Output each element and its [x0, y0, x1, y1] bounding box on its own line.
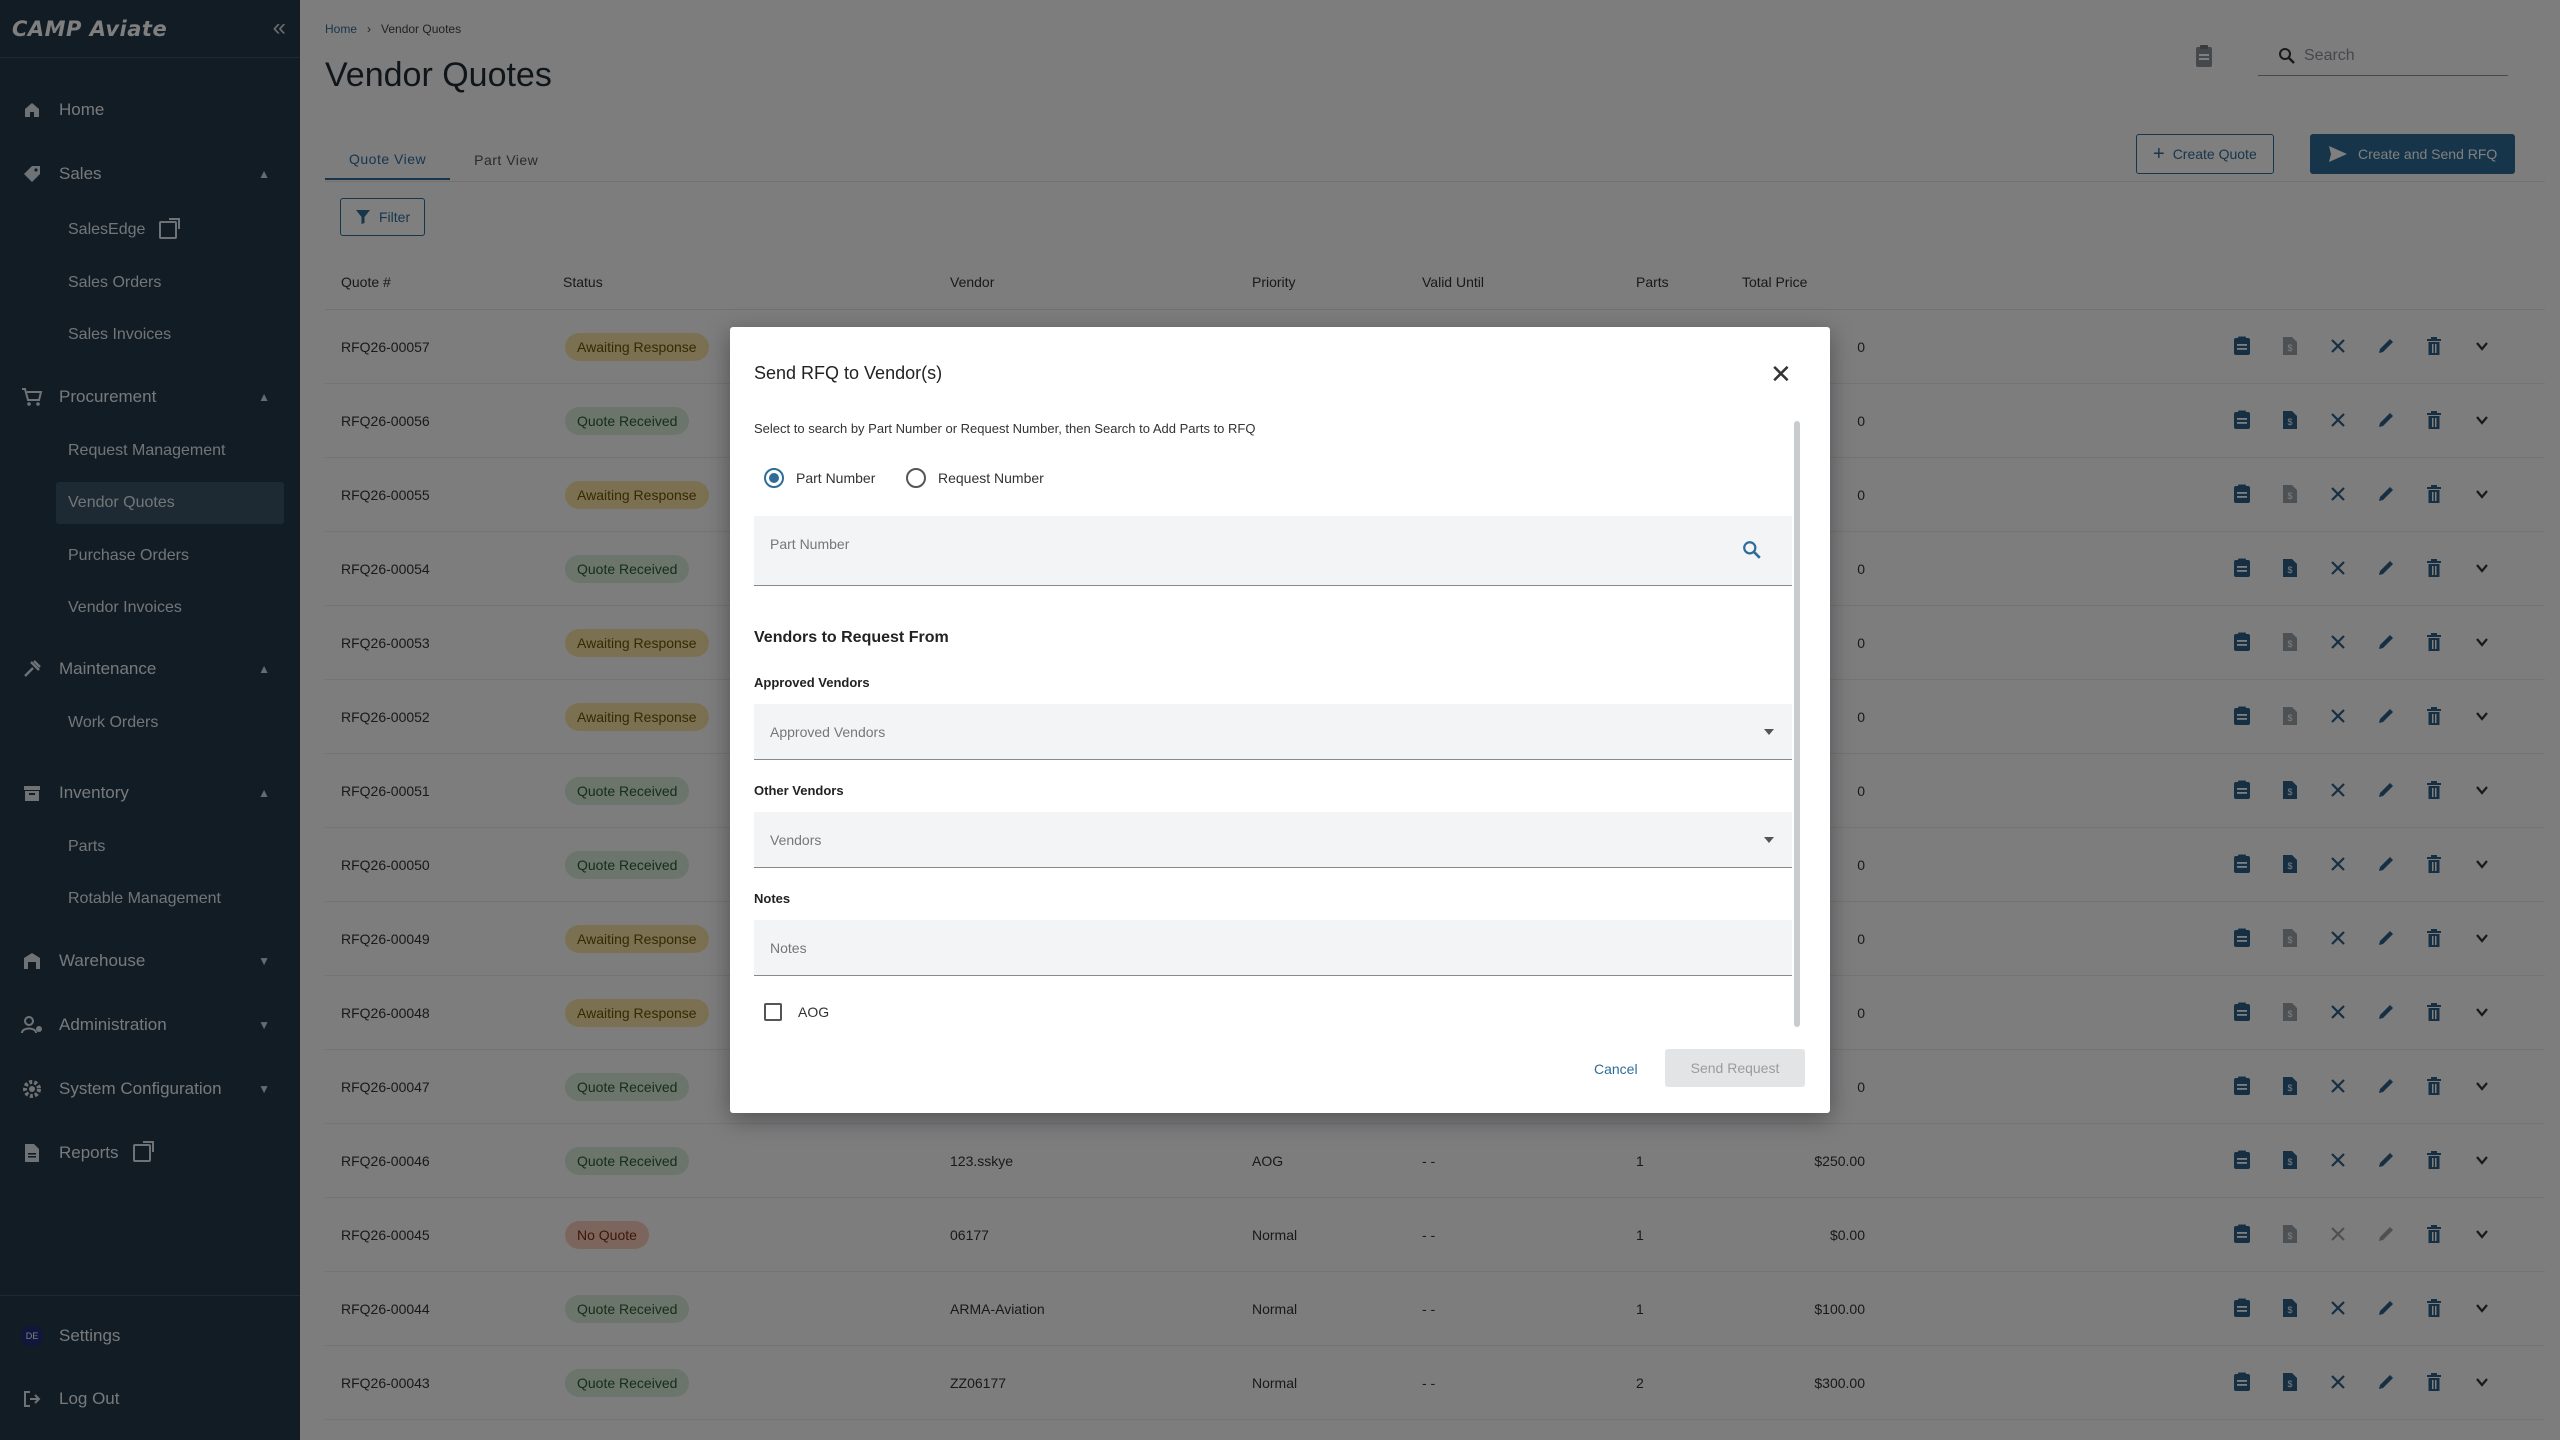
dialog-title: Send RFQ to Vendor(s): [754, 363, 943, 383]
dialog-scrollbar[interactable]: [1794, 421, 1800, 1027]
approved-vendors-placeholder: Approved Vendors: [770, 723, 886, 740]
aog-label: AOG: [798, 1004, 830, 1020]
radio-unselected-icon: [906, 468, 926, 488]
approved-vendors-select[interactable]: Approved Vendors: [754, 704, 1792, 760]
radio-request-number[interactable]: Request Number: [906, 468, 1044, 488]
part-number-placeholder: Part Number: [770, 536, 850, 552]
dropdown-caret-icon: [1764, 836, 1774, 843]
radio-label: Request Number: [938, 470, 1044, 486]
other-vendors-label: Other Vendors: [754, 783, 844, 798]
radio-selected-icon: [764, 468, 784, 488]
dropdown-caret-icon: [1764, 728, 1774, 735]
vendors-heading: Vendors to Request From: [754, 629, 949, 646]
close-icon[interactable]: ✕: [1770, 361, 1792, 387]
send-request-button[interactable]: Send Request: [1665, 1049, 1805, 1087]
checkbox-icon: [764, 1003, 782, 1021]
aog-checkbox[interactable]: AOG: [764, 1003, 829, 1021]
part-number-input[interactable]: Part Number: [754, 516, 1792, 586]
approved-vendors-label: Approved Vendors: [754, 675, 870, 690]
radio-part-number[interactable]: Part Number: [764, 468, 875, 488]
dialog-instructions: Select to search by Part Number or Reque…: [754, 421, 1256, 436]
other-vendors-placeholder: Vendors: [770, 831, 822, 848]
notes-field[interactable]: Notes: [754, 920, 1792, 976]
radio-label: Part Number: [796, 470, 876, 486]
search-icon[interactable]: [1742, 540, 1762, 560]
cancel-button[interactable]: Cancel: [1594, 1061, 1638, 1077]
notes-label: Notes: [754, 891, 791, 906]
notes-placeholder: Notes: [770, 939, 807, 956]
other-vendors-select[interactable]: Vendors: [754, 812, 1792, 868]
